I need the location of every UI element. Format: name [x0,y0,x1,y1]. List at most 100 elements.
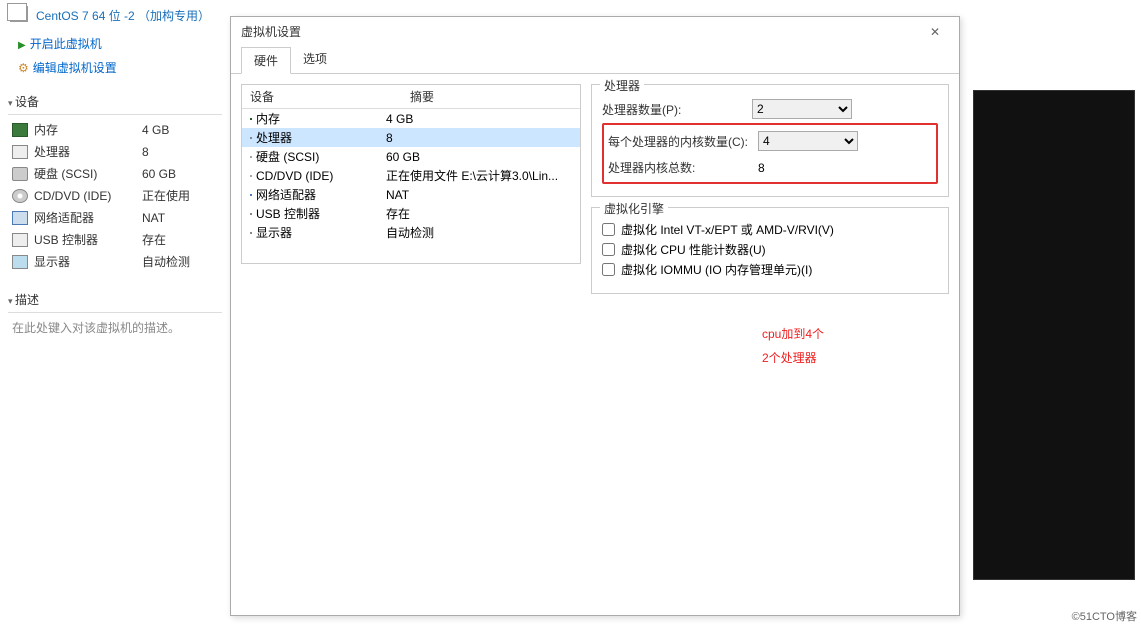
cores-select[interactable]: 4 [758,131,858,151]
hardware-row[interactable]: 内存 4 GB [242,109,580,128]
device-icon [12,123,28,137]
device-icon [12,189,28,203]
device-icon [12,233,28,247]
devices-list: 内存 4 GB 处理器 8 硬盘 (SCSI) 60 GB CD/DVD (ID… [8,119,222,273]
edit-settings-link[interactable]: 编辑虚拟机设置 [18,57,222,79]
devices-section-head[interactable]: 设备 [8,89,222,115]
dialog-title-text: 虚拟机设置 [241,23,301,40]
cores-label: 每个处理器的内核数量(C): [608,133,758,150]
iommu-label: 虚拟化 IOMMU (IO 内存管理单元)(I) [621,261,812,278]
device-value: 存在 [142,231,166,249]
vt-checkbox[interactable] [602,223,615,236]
hardware-row[interactable]: 处理器 8 [242,128,580,147]
hardware-label: USB 控制器 [256,205,386,222]
hardware-row[interactable]: 网络适配器 NAT [242,185,580,204]
annotation-text: cpu加到4个 2个处理器 [762,322,824,370]
virt-engine-group: 虚拟化引擎 虚拟化 Intel VT-x/EPT 或 AMD-V/RVI(V) … [591,207,949,294]
total-cores-label: 处理器内核总数: [608,159,758,176]
dialog-titlebar: 虚拟机设置 ✕ [231,17,959,46]
device-row[interactable]: 处理器 8 [8,141,222,163]
processors-group: 处理器 处理器数量(P): 2 每个处理器的内核数量(C): 4 [591,84,949,197]
annotation-line1: cpu加到4个 [762,322,824,346]
vm-actions: 开启此虚拟机 编辑虚拟机设置 [8,31,222,89]
device-label: 处理器 [34,143,142,161]
device-label: 网络适配器 [34,209,142,227]
iommu-checkbox[interactable] [602,263,615,276]
device-label: 硬盘 (SCSI) [34,165,142,183]
vm-title-text: CentOS 7 64 位 -2 （加构专用） [36,9,210,23]
device-row[interactable]: 网络适配器 NAT [8,207,222,229]
vm-icon [10,6,28,22]
processor-count-select[interactable]: 2 [752,99,852,119]
processors-group-title: 处理器 [600,77,644,94]
virt-engine-title: 虚拟化引擎 [600,200,668,217]
tab-hardware[interactable]: 硬件 [241,47,291,74]
hardware-row[interactable]: USB 控制器 存在 [242,204,580,223]
device-label: CD/DVD (IDE) [34,187,142,205]
hardware-label: 内存 [256,110,386,127]
watermark: ©51CTO博客 [1072,608,1137,624]
device-row[interactable]: 显示器 自动检测 [8,251,222,273]
hardware-label: CD/DVD (IDE) [256,169,386,183]
hardware-label: 网络适配器 [256,186,386,203]
processor-count-label: 处理器数量(P): [602,101,752,118]
device-icon [12,255,28,269]
device-row[interactable]: CD/DVD (IDE) 正在使用 [8,185,222,207]
hardware-value: 8 [386,131,580,145]
hardware-icon [250,232,252,234]
hardware-icon [250,118,252,120]
hardware-icon [250,213,252,215]
description-placeholder: 在此处键入对该虚拟机的描述。 [8,317,222,338]
col-device: 设备 [242,85,402,108]
device-value: 自动检测 [142,253,190,271]
hardware-row[interactable]: 硬盘 (SCSI) 60 GB [242,147,580,166]
device-value: NAT [142,209,165,227]
device-row[interactable]: USB 控制器 存在 [8,229,222,251]
device-value: 8 [142,143,149,161]
device-icon [12,145,28,159]
vm-title: CentOS 7 64 位 -2 （加构专用） [8,4,222,31]
hardware-icon [250,175,252,177]
tab-options[interactable]: 选项 [291,46,339,73]
hardware-row[interactable]: CD/DVD (IDE) 正在使用文件 E:\云计算3.0\Lin... [242,166,580,185]
device-label: 显示器 [34,253,142,271]
hardware-row[interactable]: 显示器 自动检测 [242,223,580,242]
device-icon [12,211,28,225]
total-cores-value: 8 [758,161,858,175]
dialog-body: 设备 摘要 内存 4 GB 处理器 8 硬盘 (SCSI) 60 GB CD/D… [231,74,959,314]
col-summary: 摘要 [402,85,580,108]
hardware-value: 正在使用文件 E:\云计算3.0\Lin... [386,167,580,184]
device-value: 4 GB [142,121,169,139]
hardware-list-header: 设备 摘要 [242,85,580,109]
annotation-line2: 2个处理器 [762,346,824,370]
device-label: USB 控制器 [34,231,142,249]
processor-count-row: 处理器数量(P): 2 [602,99,938,119]
total-cores-row: 处理器内核总数: 8 [604,157,936,178]
cores-per-processor-row: 每个处理器的内核数量(C): 4 [604,129,936,153]
device-value: 60 GB [142,165,176,183]
hardware-list: 设备 摘要 内存 4 GB 处理器 8 硬盘 (SCSI) 60 GB CD/D… [241,84,581,264]
hardware-value: 4 GB [386,112,580,126]
device-row[interactable]: 硬盘 (SCSI) 60 GB [8,163,222,185]
cores-highlight-box: 每个处理器的内核数量(C): 4 处理器内核总数: 8 [602,123,938,184]
dialog-close-button[interactable]: ✕ [921,25,949,39]
hardware-icon [250,137,252,139]
hardware-detail-panel: 处理器 处理器数量(P): 2 每个处理器的内核数量(C): 4 [591,84,949,304]
device-row[interactable]: 内存 4 GB [8,119,222,141]
vm-preview-pane [973,90,1135,580]
hardware-label: 处理器 [256,129,386,146]
hardware-value: 存在 [386,205,580,222]
device-label: 内存 [34,121,142,139]
vt-label: 虚拟化 Intel VT-x/EPT 或 AMD-V/RVI(V) [621,221,834,238]
device-value: 正在使用 [142,187,190,205]
perf-checkbox[interactable] [602,243,615,256]
hardware-label: 硬盘 (SCSI) [256,148,386,165]
description-section-head[interactable]: 描述 [8,287,222,313]
power-on-link[interactable]: 开启此虚拟机 [18,33,222,57]
hardware-value: 自动检测 [386,224,580,241]
dialog-tabs: 硬件 选项 [231,46,959,74]
device-icon [12,167,28,181]
hardware-label: 显示器 [256,224,386,241]
hardware-icon [250,156,252,158]
hardware-icon [250,194,252,196]
